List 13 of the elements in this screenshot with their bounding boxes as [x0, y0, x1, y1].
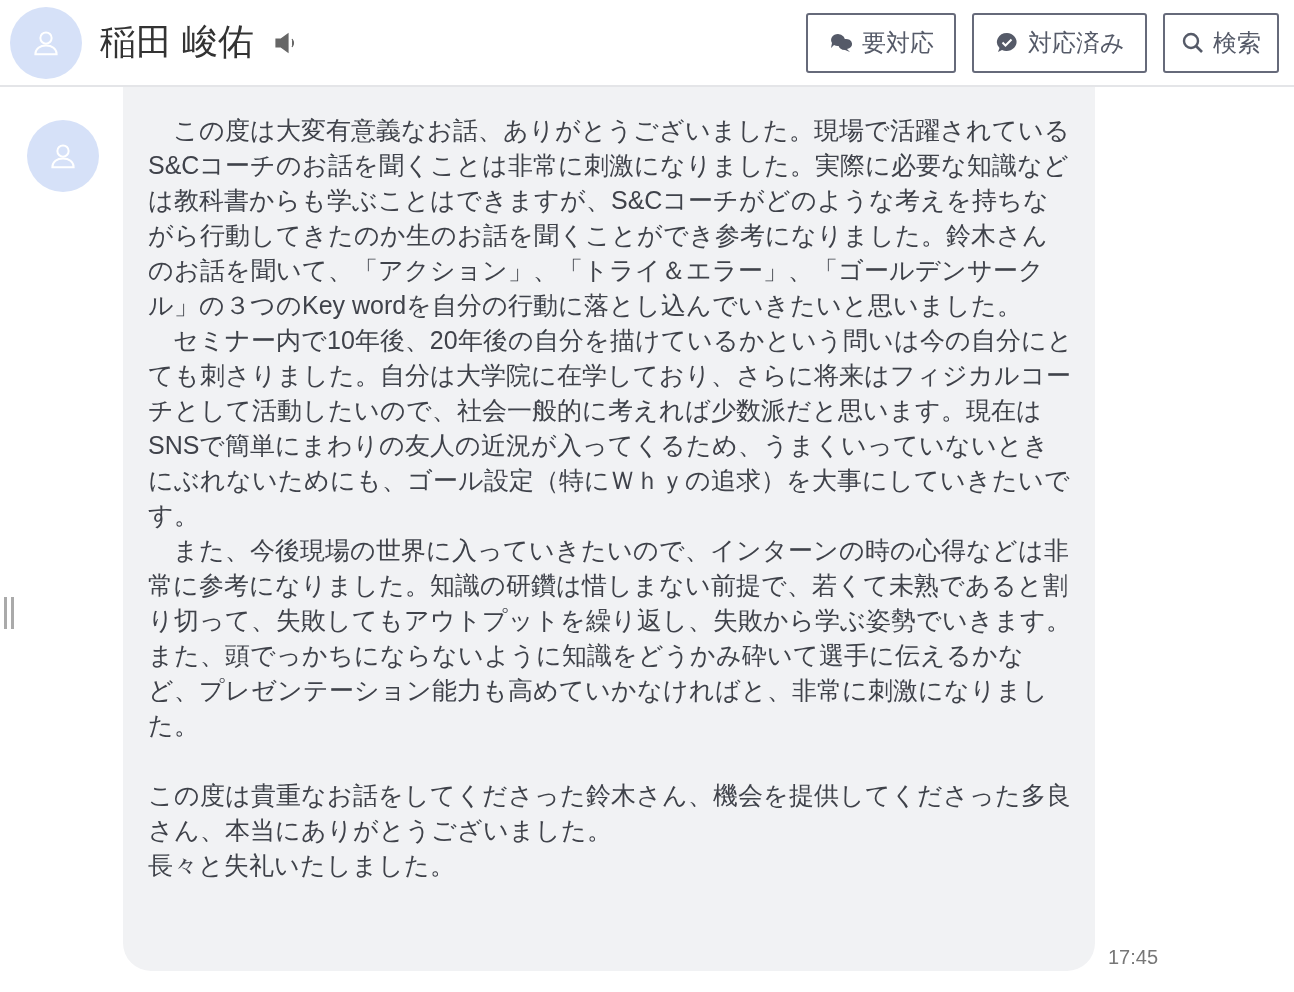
message-paragraph: この度は大変有意義なお話、ありがとうございました。現場で活躍されているS&Cコーチのお話を聞くことは非常に刺激になりました。実際に必要な知識などは教科書からも学ぶことはできますが、S&Cコーチがどのような考えを持ちながら行動してきたのか生のお話を聞くことができ参考になりました。鈴木さんのお話を聞いて、「アクション」、「トライ＆エラー」、「ゴールデンサークル」の３つのKey wordを自分の行動に落とし込んでいきたいと思いました。: [148, 115, 1071, 321]
checked-bubble-icon: [994, 30, 1020, 55]
contact-name: 稲田 峻佑: [100, 20, 254, 64]
message-paragraph: セミナー内で10年後、20年後の自分を描けているかという問いは今の自分にとても刺さりました。自分は大学院に在学しており、さらに将来はフィジカルコーチとして活動したいので、社会一般的に考えれば少数派だと思います。現在はSNSで簡単にまわりの友人の近況が入ってくるため、うまくいっていないときにぶれないためにも、ゴール設定（特にＷｈｙの追求）を大事にしていきたいです。: [148, 325, 1073, 531]
message-paragraph: この度は貴重なお話をしてくださった鈴木さん、機会を提供してくださった多良さん、本当にありがとうございました。: [148, 780, 1072, 846]
message-time: 17:45: [1108, 946, 1159, 969]
status-button[interactable]: 要対応: [806, 12, 956, 73]
message-paragraph: 長々と失礼いたしました。: [148, 850, 456, 881]
status-button[interactable]: 対応済み: [972, 12, 1147, 73]
resize-handle-icon[interactable]: [4, 597, 16, 629]
message-paragraph: また、今後現場の世界に入っていきたいので、インターンの時の心得などは非常に参考になりました。知識の研鑽は惜しまない前提で、若くて未熟であると割り切って、失敗してもアウトプットを繰り返し、失敗から学ぶ姿勢でいきます。また、頭でっかちにならないように知識をどうかみ砕いて選手に伝えるかなど、プレゼンテーション能力も高めていかなければと、非常に刺激になりました。: [148, 535, 1072, 741]
search-button[interactable]: 検索: [1163, 12, 1279, 73]
search-icon: [1181, 30, 1205, 55]
